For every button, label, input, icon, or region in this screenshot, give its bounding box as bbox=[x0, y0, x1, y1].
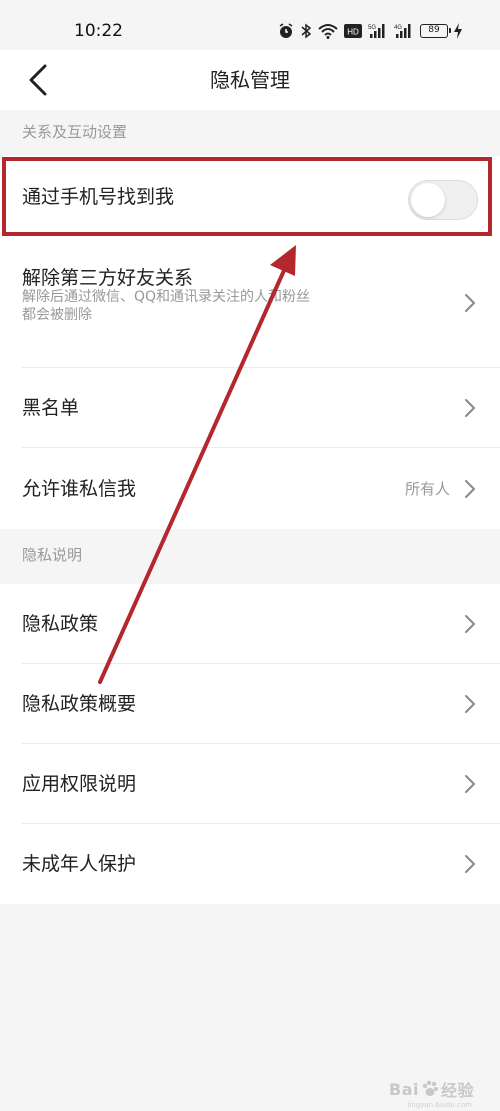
nav-bar: 隐私管理 bbox=[0, 50, 500, 110]
charging-icon bbox=[454, 23, 462, 39]
section-title: 关系及互动设置 bbox=[22, 123, 128, 141]
section-header-privacy-info: 隐私说明 bbox=[0, 529, 500, 584]
battery-icon: 89 bbox=[420, 24, 451, 38]
find-by-phone-toggle[interactable] bbox=[408, 180, 478, 220]
chevron-right-icon bbox=[465, 855, 475, 873]
svg-text:4G: 4G bbox=[394, 25, 402, 31]
row-label: 允许谁私信我 bbox=[22, 478, 137, 500]
paw-logo-icon bbox=[422, 1080, 438, 1096]
row-label: 通过手机号找到我 bbox=[22, 186, 175, 208]
row-value: 所有人 bbox=[404, 480, 450, 498]
alarm-icon bbox=[278, 23, 294, 39]
bluetooth-icon bbox=[300, 23, 312, 39]
row-label: 黑名单 bbox=[22, 397, 80, 419]
toggle-knob bbox=[411, 183, 445, 217]
row-remove-third-party[interactable]: 解除第三方好友关系 解除后通过微信、QQ和通讯录关注的人和粉丝 都会被删除 bbox=[0, 237, 500, 368]
row-app-permissions[interactable]: 应用权限说明 bbox=[0, 744, 500, 824]
row-label: 隐私政策概要 bbox=[22, 693, 137, 715]
status-bar: 10:22 HD 5G 4G 89 bbox=[0, 0, 500, 50]
row-who-can-message[interactable]: 允许谁私信我 所有人 bbox=[0, 448, 500, 529]
row-minor-protection[interactable]: 未成年人保护 bbox=[0, 824, 500, 904]
row-description-line: 都会被删除 bbox=[22, 307, 92, 323]
chevron-right-icon bbox=[465, 399, 475, 417]
chevron-right-icon bbox=[465, 480, 475, 498]
row-blacklist[interactable]: 黑名单 bbox=[0, 368, 500, 448]
chevron-right-icon bbox=[465, 294, 475, 312]
svg-text:5G: 5G bbox=[368, 25, 376, 31]
status-icons: HD 5G 4G 89 bbox=[278, 20, 462, 42]
watermark: Bai 经验 bbox=[389, 1077, 474, 1101]
row-label: 应用权限说明 bbox=[22, 773, 137, 795]
section-title: 隐私说明 bbox=[22, 546, 83, 564]
watermark-url: jingyan.baidu.com bbox=[407, 1101, 472, 1109]
chevron-right-icon bbox=[465, 615, 475, 633]
signal-5g-icon: 5G bbox=[368, 23, 388, 39]
row-privacy-summary[interactable]: 隐私政策概要 bbox=[0, 664, 500, 744]
row-label: 隐私政策 bbox=[22, 613, 99, 635]
wifi-icon bbox=[318, 23, 338, 39]
signal-4g-icon: 4G bbox=[394, 23, 414, 39]
chevron-right-icon bbox=[465, 775, 475, 793]
row-find-by-phone: 通过手机号找到我 bbox=[0, 156, 500, 237]
page-title: 隐私管理 bbox=[210, 68, 290, 92]
row-label: 未成年人保护 bbox=[22, 853, 137, 875]
row-privacy-policy[interactable]: 隐私政策 bbox=[0, 584, 500, 664]
chevron-right-icon bbox=[465, 695, 475, 713]
watermark-text: Bai bbox=[389, 1079, 419, 1099]
row-description-line: 解除后通过微信、QQ和通讯录关注的人和粉丝 bbox=[22, 289, 311, 305]
status-time: 10:22 bbox=[74, 21, 123, 41]
row-description: 解除后通过微信、QQ和通讯录关注的人和粉丝 都会被删除 bbox=[22, 288, 382, 324]
svg-text:HD: HD bbox=[347, 28, 359, 37]
section-header-relations: 关系及互动设置 bbox=[0, 110, 500, 156]
hd-icon: HD bbox=[344, 24, 362, 38]
watermark-text: 经验 bbox=[440, 1081, 474, 1100]
